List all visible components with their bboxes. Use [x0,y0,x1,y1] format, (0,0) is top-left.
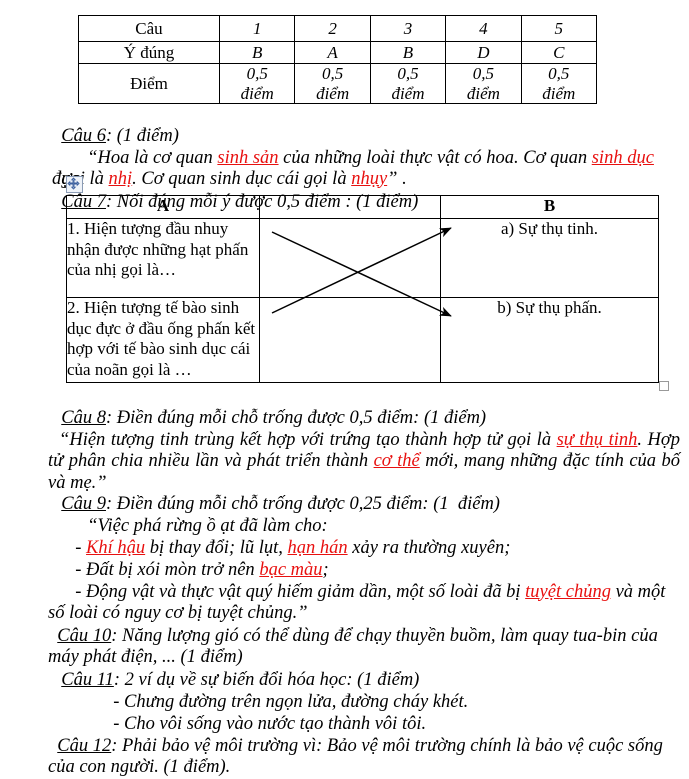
answer-key-grid: Câu 1 2 3 4 5 Ý đúng B A B D C Điểm 0,5 … [78,15,598,105]
matching-connector-area-1 [259,218,441,298]
matching-grid: A B 1. Hiện tượng đầu nhuy nhận được nhữ… [66,195,659,383]
question-number-5: 5 [520,15,598,42]
score-value: 0,5 [321,64,344,83]
table-move-handle[interactable] [66,176,83,193]
question-number-4: 4 [445,15,522,42]
matching-table: A B 1. Hiện tượng đầu nhuy nhận được nhữ… [66,195,659,383]
score-value: 0,5 [548,64,570,83]
move-cross-icon [67,177,80,190]
matching-item-b1: a) Sự thụ tinh. [440,218,659,298]
score-value: 0,5 [397,64,419,83]
question-12-heading: Câu 12 [57,735,112,756]
table-row: 1. Hiện tượng đầu nhuy nhận được những h… [66,218,659,298]
table-row: A B [66,195,659,219]
correct-answer-1: B [218,41,296,64]
table-row: Ý đúng B A B D C [78,41,598,64]
table-row: Câu 1 2 3 4 5 [78,15,598,42]
correct-answer-4: D [445,41,522,64]
question-12-block: Câu 12: Phải bảo vệ môi trường vì: Bảo v… [48,714,670,779]
column-middle-header [259,195,441,219]
score-unit: điểm [240,83,274,103]
q8-answer-su-thu-tinh: sự thụ tinh [556,429,638,450]
score-2: 0,5 điểm [294,62,371,105]
question-number-3: 3 [369,15,447,42]
question-number-1: 1 [218,15,296,42]
row-label-correct-answer: Ý đúng [78,41,220,64]
q9-answer-tuyet-chung: tuyệt chủng [525,581,611,602]
correct-answer-2: A [294,41,371,64]
matching-item-a2: 2. Hiện tượng tế bào sinh dục đực ở đầu … [66,297,260,383]
question-number-2: 2 [294,15,371,42]
question-10-heading: Câu 10 [57,625,112,646]
score-3: 0,5 điểm [369,62,447,105]
score-1: 0,5 điểm [218,62,296,105]
answer-key-table: Câu 1 2 3 4 5 Ý đúng B A B D C Điểm 0,5 … [78,15,598,105]
row-label-cau: Câu [78,15,220,42]
score-unit: điểm [542,83,576,103]
question-12-text: : Phải bảo vệ môi trường vì: Bảo vệ môi … [48,735,668,778]
row-label-score: Điểm [78,62,220,105]
score-value: 0,5 [246,64,268,83]
correct-answer-5: C [520,41,598,64]
q8-answer-co-the: cơ thể [373,451,420,471]
table-row: 2. Hiện tượng tế bào sinh dục đực ở đầu … [66,297,659,383]
score-unit: điểm [391,83,425,103]
matching-item-a1: 1. Hiện tượng đầu nhuy nhận được những h… [66,218,260,298]
column-b-header: B [440,195,659,219]
score-unit: điểm [316,83,350,103]
correct-answer-3: B [369,41,447,64]
column-a-header: A [66,195,260,219]
matching-connector-area-2 [259,297,441,383]
q9-b3-a: - Động vật và thực vật quý hiếm giảm dần… [75,581,526,602]
score-unit: điểm [466,83,500,103]
table-row: Điểm 0,5 điểm 0,5 điểm 0,5 điểm 0,5 điểm [78,62,598,105]
matching-item-b2: b) Sự thụ phấn. [440,297,659,383]
score-5: 0,5 điểm [520,62,598,105]
q8-text-a: “Hiện tượng tinh trùng kết hợp với trứng… [59,429,557,450]
score-value: 0,5 [472,64,494,83]
score-4: 0,5 điểm [445,62,522,105]
